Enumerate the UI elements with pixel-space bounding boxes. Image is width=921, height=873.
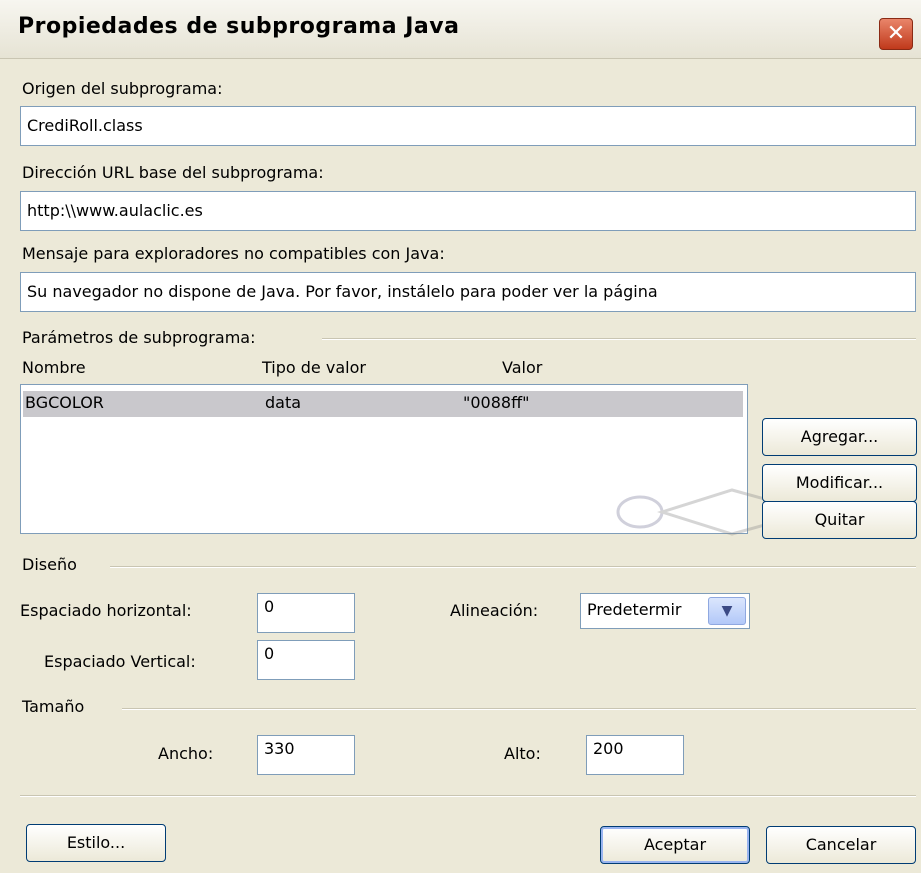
param-name-cell: BGCOLOR	[25, 393, 104, 412]
h-spacing-label: Espaciado horizontal:	[20, 601, 192, 620]
v-spacing-input[interactable]: 0	[257, 640, 355, 680]
ok-button[interactable]: Aceptar	[600, 826, 750, 864]
origin-label: Origen del subprograma:	[22, 79, 223, 98]
footer-divider	[20, 795, 916, 797]
params-group-divider	[322, 338, 916, 340]
message-input[interactable]: Su navegador no dispone de Java. Por fav…	[20, 272, 916, 312]
align-label: Alineación:	[450, 601, 539, 620]
column-header-value[interactable]: Valor	[502, 358, 542, 377]
column-header-type[interactable]: Tipo de valor	[262, 358, 366, 377]
align-selected-value: Predetermir	[587, 600, 682, 619]
size-group-label: Tamaño	[22, 697, 85, 716]
design-group-label: Diseño	[22, 555, 77, 574]
origin-input[interactable]: CrediRoll.class	[20, 106, 916, 146]
width-input[interactable]: 330	[257, 735, 355, 775]
chevron-down-icon[interactable]: ▼	[708, 597, 746, 625]
base-url-label: Dirección URL base del subprograma:	[22, 163, 324, 182]
window-title: Propiedades de subprograma Java	[18, 14, 460, 39]
height-label: Alto:	[504, 744, 541, 763]
param-type-cell: data	[265, 393, 302, 412]
column-header-name[interactable]: Nombre	[22, 358, 86, 377]
height-input[interactable]: 200	[586, 735, 684, 775]
add-button[interactable]: Agregar...	[762, 418, 917, 456]
modify-button[interactable]: Modificar...	[762, 464, 917, 502]
close-icon: ✕	[886, 21, 906, 46]
message-label: Mensaje para exploradores no compatibles…	[22, 244, 445, 263]
param-value-cell: "0088ff"	[463, 393, 530, 412]
v-spacing-label: Espaciado Vertical:	[44, 652, 196, 671]
close-button[interactable]: ✕	[879, 18, 913, 50]
width-label: Ancho:	[158, 744, 214, 763]
table-row[interactable]: BGCOLOR data "0088ff"	[23, 391, 743, 417]
cancel-button[interactable]: Cancelar	[766, 826, 916, 864]
style-button[interactable]: Estilo...	[26, 824, 166, 862]
design-group-divider	[110, 566, 916, 568]
base-url-input[interactable]: http:\\www.aulaclic.es	[20, 191, 916, 231]
title-bar: Propiedades de subprograma Java	[0, 0, 921, 59]
params-group-label: Parámetros de subprograma:	[22, 328, 256, 347]
align-select[interactable]: Predetermir ▼	[580, 593, 750, 629]
h-spacing-input[interactable]: 0	[257, 593, 355, 633]
remove-button[interactable]: Quitar	[762, 501, 917, 539]
size-group-divider	[122, 708, 916, 710]
